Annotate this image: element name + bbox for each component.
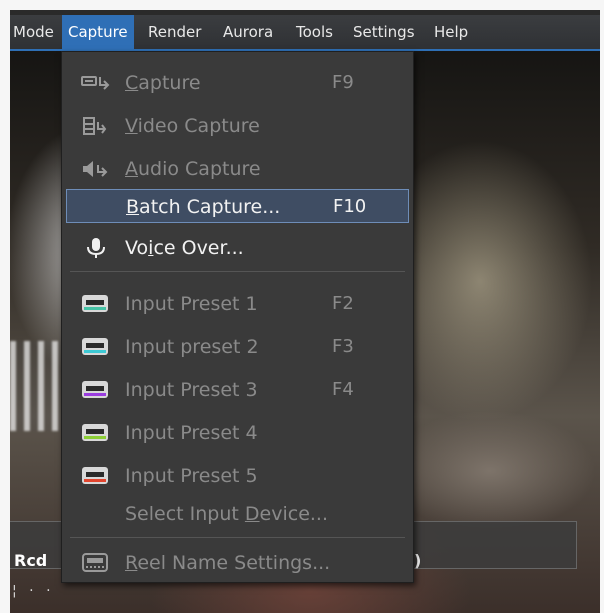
input-preset-2-icon	[82, 338, 108, 355]
menu-item-batch-capture[interactable]: Batch Capture... F10	[66, 189, 409, 223]
reel-name-label-post: eel Name Settings...	[137, 552, 331, 574]
menu-aurora[interactable]: Aurora	[217, 15, 279, 49]
batch-capture-label-accel: B	[126, 196, 140, 218]
capture-menu-dropdown: Capture F9 Video Capture Audio Capture B…	[61, 51, 414, 583]
input-preset-3-icon	[82, 381, 108, 398]
overlay-bracket: )	[414, 551, 422, 570]
audio-capture-label-post: udio Capture	[138, 158, 261, 180]
input-preset-1-label: Input Preset 1	[125, 293, 258, 315]
menu-bar: Mode Capture Render Aurora Tools Setting…	[10, 15, 600, 51]
reel-name-icon	[82, 553, 108, 572]
menu-item-reel-name-settings[interactable]: Reel Name Settings...	[62, 543, 413, 583]
input-preset-3-shortcut: F4	[332, 379, 354, 400]
input-preset-1-shortcut: F2	[332, 293, 354, 314]
menu-capture[interactable]: Capture	[62, 15, 134, 49]
input-preset-2-label: Input preset 2	[125, 336, 259, 358]
input-preset-2-shortcut: F3	[332, 336, 354, 357]
input-preset-4-label: Input Preset 4	[125, 422, 258, 444]
video-capture-icon	[83, 117, 107, 135]
menu-settings[interactable]: Settings	[347, 15, 421, 49]
batch-capture-shortcut: F10	[333, 196, 367, 217]
menu-separator	[70, 537, 405, 538]
menu-item-input-preset-5[interactable]: Input Preset 5	[62, 456, 413, 496]
input-preset-5-icon	[82, 467, 108, 484]
input-preset-5-label: Input Preset 5	[125, 465, 258, 487]
record-label: Rcd	[14, 551, 48, 570]
input-preset-1-icon	[82, 295, 108, 312]
menu-render[interactable]: Render	[142, 15, 207, 49]
app-window: Rcd ¦ · · ) Mode Capture Render Aurora T…	[10, 10, 600, 613]
menu-item-audio-capture[interactable]: Audio Capture	[62, 149, 413, 189]
menu-item-capture[interactable]: Capture F9	[62, 63, 413, 103]
reel-name-label-accel: R	[125, 552, 138, 574]
menu-item-input-preset-1[interactable]: Input Preset 1 F2	[62, 284, 413, 324]
menu-item-voice-over[interactable]: Voice Over...	[62, 228, 413, 268]
input-preset-3-label: Input Preset 3	[125, 379, 258, 401]
select-input-device-label-post: evice...	[259, 503, 329, 525]
voice-over-label-pre: Vo	[125, 237, 149, 259]
menu-help[interactable]: Help	[428, 15, 474, 49]
record-indicator: ¦ · ·	[12, 583, 55, 599]
batch-capture-label-post: atch Capture...	[139, 196, 281, 218]
menu-item-input-preset-2[interactable]: Input preset 2 F3	[62, 327, 413, 367]
window-frame: Rcd ¦ · · ) Mode Capture Render Aurora T…	[0, 0, 604, 613]
menu-tools[interactable]: Tools	[290, 15, 339, 49]
menu-mode[interactable]: Mode	[10, 15, 60, 49]
video-capture-label-accel: V	[125, 115, 138, 137]
capture-icon	[81, 76, 110, 90]
voice-over-label-post: ce Over...	[153, 237, 244, 259]
menu-item-input-preset-3[interactable]: Input Preset 3 F4	[62, 370, 413, 410]
capture-shortcut: F9	[332, 72, 354, 93]
capture-label-post: apture	[138, 72, 201, 94]
select-input-device-label-pre: Select Input	[125, 503, 245, 525]
microphone-icon	[87, 238, 105, 258]
menu-item-input-preset-4[interactable]: Input Preset 4	[62, 413, 413, 453]
capture-label-accel: C	[125, 72, 139, 94]
video-capture-label-post: ideo Capture	[137, 115, 260, 137]
audio-capture-label-accel: A	[125, 158, 138, 180]
menu-item-video-capture[interactable]: Video Capture	[62, 106, 413, 146]
menu-separator	[70, 271, 405, 272]
audio-capture-icon	[83, 161, 108, 177]
input-preset-4-icon	[82, 424, 108, 441]
menu-item-select-input-device[interactable]: Select Input Device...	[62, 494, 413, 534]
select-input-device-label-accel: D	[244, 503, 260, 525]
